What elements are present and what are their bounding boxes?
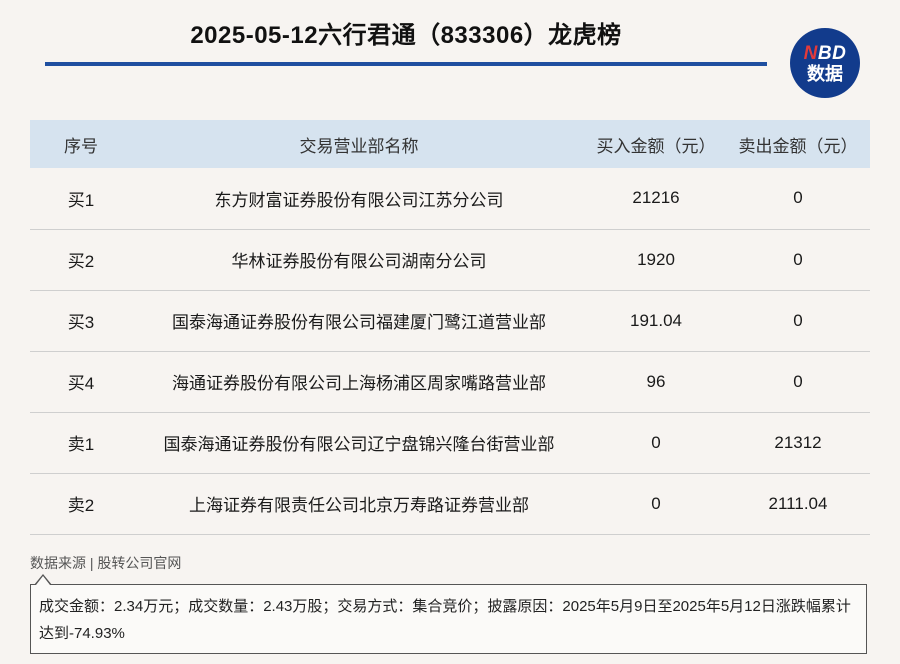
cell-index: 买3 [67,313,95,332]
cell-index: 卖1 [67,435,95,454]
table-row: 买1 东方财富证券股份有限公司江苏分公司 21216 0 [30,168,870,229]
cell-sell: 0 [793,188,803,208]
cell-sell: 0 [793,310,803,330]
page-title: 2025-05-12六行君通（833306）龙虎榜 [190,22,622,49]
table-row: 买4 海通证券股份有限公司上海杨浦区周家嘴路营业部 96 0 [30,351,870,412]
cell-branch: 国泰海通证券股份有限公司福建厦门鹭江道营业部 [172,313,546,332]
cell-branch: 东方财富证券股份有限公司江苏分公司 [214,190,504,210]
note-pointer-fill [36,576,50,585]
logo-bd: BD [817,42,847,64]
cell-index: 买4 [67,374,95,393]
cell-branch: 国泰海通证券股份有限公司辽宁盘锦兴隆台街营业部 [163,435,555,454]
col-header-buy-amount: 买入金额（元） [596,136,716,156]
table-row: 买3 国泰海通证券股份有限公司福建厦门鹭江道营业部 191.04 0 [30,290,870,351]
logo-n: N [803,42,818,64]
col-header-index: 序号 [64,136,98,156]
cell-index: 买2 [67,252,95,271]
nbd-data-logo: NBD 数据 [790,28,860,98]
cell-index: 买1 [67,190,95,210]
logo-subtitle: 数据 [807,63,843,84]
trade-summary-note: 成交金额：2.34万元；成交数量：2.43万股；交易方式：集合竞价；披露原因：2… [30,584,867,654]
table-row: 买2 华林证券股份有限公司湖南分公司 1920 0 [30,229,870,290]
cell-buy: 0 [651,432,661,452]
cell-sell: 0 [793,249,803,269]
cell-buy: 191.04 [630,310,682,330]
col-header-branch: 交易营业部名称 [299,136,419,156]
cell-index: 卖2 [67,496,95,515]
cell-sell: 21312 [774,432,822,452]
table-header-row: 序号 交易营业部名称 买入金额（元） 卖出金额（元） [30,120,870,168]
cell-branch: 华林证券股份有限公司湖南分公司 [231,252,487,271]
cell-branch: 海通证券股份有限公司上海杨浦区周家嘴路营业部 [172,374,546,393]
dragon-tiger-table: 序号 交易营业部名称 买入金额（元） 卖出金额（元） 买1 东方财富证券股份有限… [30,120,870,535]
cell-buy: 1920 [637,249,675,269]
table-row: 卖1 国泰海通证券股份有限公司辽宁盘锦兴隆台街营业部 0 21312 [30,412,870,473]
cell-branch: 上海证券有限责任公司北京万寿路证券营业部 [189,496,529,515]
cell-buy: 96 [646,371,666,391]
logo-wordmark: NBD [804,44,847,63]
cell-sell: 2111.04 [768,493,828,513]
cell-buy: 0 [651,493,661,513]
cell-sell: 0 [793,371,803,391]
cell-buy: 21216 [632,188,680,208]
col-header-sell-amount: 卖出金额（元） [738,136,858,156]
table-row: 卖2 上海证券有限责任公司北京万寿路证券营业部 0 2111.04 [30,473,870,534]
data-source: 数据来源 | 股转公司官网 [30,555,182,571]
title-underline [45,62,767,66]
